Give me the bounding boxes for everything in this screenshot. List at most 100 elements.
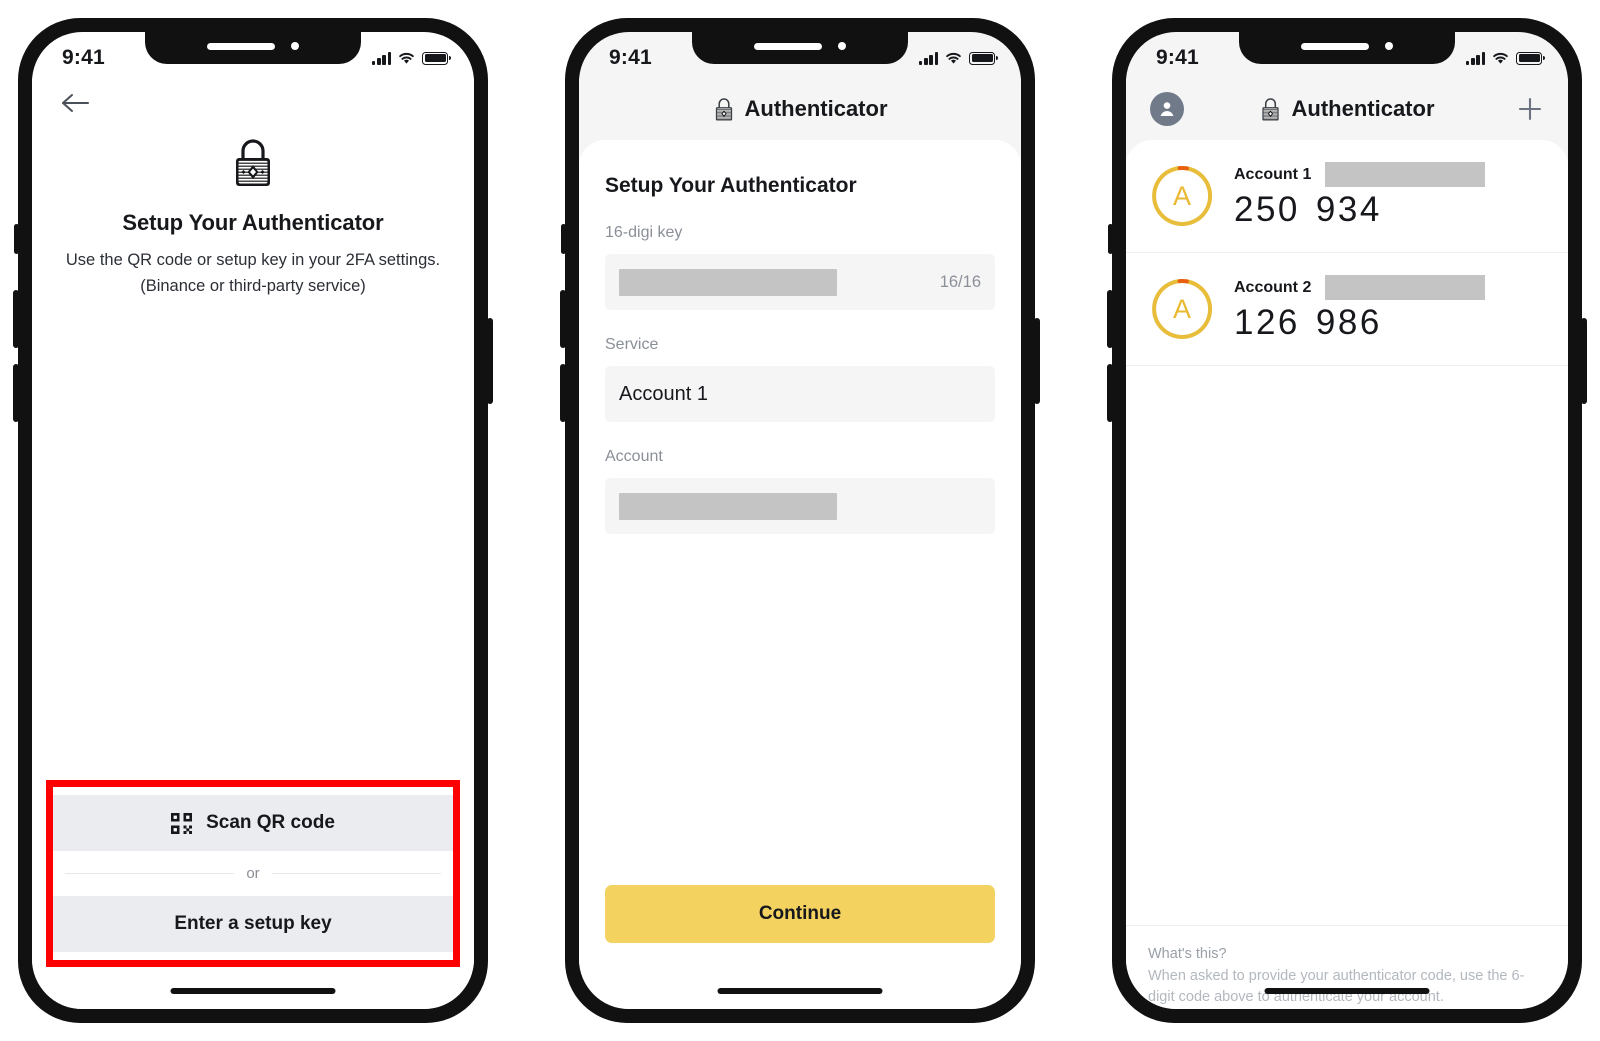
key-field-redacted-value [619, 268, 837, 296]
scan-qr-code-button[interactable]: Scan QR code [53, 795, 453, 851]
countdown-ring: A [1148, 162, 1216, 230]
scan-qr-code-label: Scan QR code [206, 812, 335, 833]
status-time: 9:41 [1156, 46, 1199, 69]
divider-line-right [271, 873, 441, 874]
front-camera [291, 42, 299, 50]
earpiece-speaker [1301, 42, 1369, 50]
account-field[interactable] [605, 478, 995, 534]
home-indicator-2[interactable] [717, 988, 883, 994]
status-icons [919, 51, 998, 65]
power-button[interactable] [1581, 318, 1587, 404]
volume-down-button[interactable] [13, 364, 19, 422]
power-button[interactable] [487, 318, 493, 404]
signal-icon [919, 51, 938, 65]
phone-device-2: 9:41 Authenticator Setup Your Authentica… [560, 18, 1040, 1023]
volume-down-button[interactable] [1107, 364, 1113, 422]
help-title: What's this? [1148, 945, 1227, 962]
otp-code-group-1: 250 [1234, 190, 1300, 229]
phone-screen-3: 9:41 Authenticator A Account 1 250 934 A… [1126, 32, 1568, 1009]
continue-button[interactable]: Continue [605, 885, 995, 943]
flex-spacer [1126, 366, 1568, 925]
earpiece-speaker [754, 42, 822, 50]
screen3-root: 9:41 Authenticator A Account 1 250 934 A… [1126, 32, 1568, 1009]
account-avatar-letter: A [1172, 293, 1191, 324]
add-account-button[interactable] [1516, 95, 1544, 123]
countdown-ring: A [1148, 275, 1216, 343]
front-camera [838, 42, 846, 50]
phone-device-3: 9:41 Authenticator A Account 1 250 934 A… [1107, 18, 1587, 1023]
battery-icon [969, 51, 998, 65]
volume-up-button[interactable] [13, 290, 19, 348]
volume-up-button[interactable] [1107, 290, 1113, 348]
account-details: Account 2 126 986 [1234, 275, 1546, 343]
page-subtitle-line2: (Binance or third-party service) [140, 276, 366, 295]
volume-up-button[interactable] [560, 290, 566, 348]
app-title-group: Authenticator [1260, 96, 1435, 122]
mute-switch[interactable] [1108, 224, 1113, 254]
service-field-value: Account 1 [619, 382, 708, 405]
volume-down-button[interactable] [560, 364, 566, 422]
status-time: 9:41 [609, 46, 652, 69]
app-title: Authenticator [744, 96, 888, 121]
key-field-counter: 16/16 [939, 272, 981, 291]
notch [692, 32, 908, 64]
otp-code-group-2: 986 [1315, 303, 1382, 342]
app-header-2: Authenticator [579, 78, 1021, 140]
flex-spacer [605, 560, 995, 885]
account-email-redacted [1325, 162, 1486, 187]
key-field[interactable]: 16/16 [605, 254, 995, 310]
status-icons [1466, 51, 1545, 65]
signal-icon [372, 51, 391, 65]
account-field-redacted-value [619, 492, 837, 520]
wifi-icon [1493, 52, 1508, 64]
or-divider: or [53, 851, 453, 896]
wifi-icon [946, 52, 961, 64]
app-header-3: Authenticator [1126, 78, 1568, 140]
phone-screen-1: 9:41 Setup Your Authenticator Use the QR… [32, 32, 474, 1009]
flex-spacer [32, 299, 474, 780]
profile-avatar-button[interactable] [1150, 92, 1184, 126]
notch [145, 32, 361, 64]
account-header-row: Account 2 [1234, 275, 1546, 300]
enter-setup-key-button[interactable]: Enter a setup key [53, 896, 453, 952]
sheet-title: Setup Your Authenticator [605, 174, 857, 197]
page-title: Setup Your Authenticator [122, 210, 384, 235]
app-title: Authenticator [1291, 96, 1435, 121]
phone-device-1: 9:41 Setup Your Authenticator Use the QR… [13, 18, 493, 1023]
screen1-body: Setup Your Authenticator Use the QR code… [32, 78, 474, 1009]
signal-icon [1466, 51, 1485, 65]
enter-setup-key-label: Enter a setup key [174, 913, 332, 934]
key-field-label: 16-digi key [605, 224, 683, 241]
mute-switch[interactable] [14, 224, 19, 254]
account-list-item[interactable]: A Account 1 250 934 [1126, 140, 1568, 253]
continue-button-label: Continue [758, 903, 842, 924]
notch [1239, 32, 1455, 64]
or-label: or [246, 865, 260, 882]
binance-padlock-icon [230, 137, 276, 194]
accounts-list-sheet: A Account 1 250 934 A Account 2 126 986 … [1126, 140, 1568, 1009]
battery-icon [1516, 51, 1545, 65]
screenshot-stage: 9:41 Setup Your Authenticator Use the QR… [0, 0, 1600, 1041]
otp-code-group-1: 126 [1234, 303, 1300, 342]
account-avatar-letter: A [1172, 180, 1191, 211]
highlight-annotation-box: Scan QR code or Enter a setup key [46, 780, 460, 967]
account-header-row: Account 1 [1234, 162, 1546, 187]
back-button[interactable] [32, 78, 92, 119]
hero-section: Setup Your Authenticator Use the QR code… [32, 119, 474, 299]
mute-switch[interactable] [561, 224, 566, 254]
setup-form-sheet: Setup Your Authenticator 16-digi key 16/… [579, 140, 1021, 1009]
account-name: Account 2 [1234, 278, 1312, 296]
home-indicator-1[interactable] [170, 988, 336, 994]
status-time: 9:41 [62, 46, 105, 69]
account-details: Account 1 250 934 [1234, 162, 1546, 230]
account-list-item[interactable]: A Account 2 126 986 [1126, 253, 1568, 366]
home-indicator-3[interactable] [1264, 988, 1430, 994]
service-field[interactable]: Account 1 [605, 366, 995, 422]
service-field-label: Service [605, 336, 659, 353]
person-avatar-icon [1160, 102, 1174, 116]
otp-code: 250 934 [1234, 190, 1546, 230]
otp-code: 126 986 [1234, 303, 1546, 343]
back-arrow-icon [62, 94, 89, 112]
qr-code-icon [171, 812, 193, 834]
power-button[interactable] [1034, 318, 1040, 404]
